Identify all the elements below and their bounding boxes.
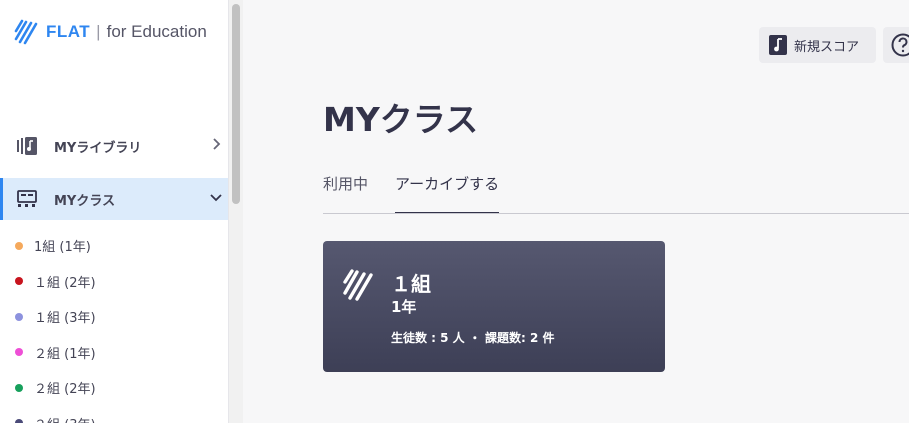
class-color-dot <box>15 348 23 357</box>
tab-archive[interactable]: アーカイブする <box>395 172 500 214</box>
class-list-item[interactable]: 1組 (1年) <box>0 228 228 264</box>
page-title: MYクラス <box>323 100 479 139</box>
class-card-name: １組 <box>391 272 431 296</box>
class-list-item[interactable]: ２組 (3年) <box>0 406 228 423</box>
new-score-label: 新規スコア <box>794 39 860 55</box>
class-list-item[interactable]: １組 (2年) <box>0 264 228 300</box>
logo-brand: FLAT <box>46 22 91 41</box>
class-list-item-label: １組 (2年) <box>34 275 96 291</box>
class-card-year: 1年 <box>391 298 417 316</box>
sidebar-item-library-label: MYライブラリ <box>54 140 142 156</box>
chevron-down-icon <box>210 194 222 202</box>
score-icon <box>769 35 787 55</box>
logo[interactable]: FLAT | for Education <box>14 19 207 45</box>
flat-logo-icon <box>14 19 38 45</box>
class-list-item-label: ２組 (3年) <box>34 414 96 423</box>
tab-active-classes[interactable]: 利用中 <box>323 172 368 214</box>
logo-suffix: for Education <box>106 22 207 41</box>
logo-separator: | <box>96 22 101 41</box>
class-card-stats: 生徒数 : 5 人 ・ 課題数: 2 件 <box>391 331 555 345</box>
sidebar-item-classes-label: MYクラス <box>54 193 116 209</box>
class-color-dot <box>15 383 23 392</box>
class-color-dot <box>15 241 23 250</box>
chevron-right-icon <box>213 138 221 150</box>
class-list-item-label: 1組 (1年) <box>34 240 91 256</box>
help-icon <box>891 33 909 57</box>
sidebar-scrollbar-thumb[interactable] <box>232 4 240 204</box>
sidebar-scrollbar[interactable] <box>229 0 243 423</box>
class-list-item[interactable]: ２組 (1年) <box>0 335 228 371</box>
class-list-item-label: ２組 (1年) <box>34 346 96 362</box>
class-list-item-label: １組 (3年) <box>34 311 96 327</box>
class-list: 1組 (1年) １組 (2年) １組 (3年) ２組 (1年) ２組 (2年) … <box>0 228 228 423</box>
tabs-divider <box>323 213 909 214</box>
class-color-dot <box>15 277 23 286</box>
class-list-item-label: ２組 (2年) <box>34 382 96 398</box>
class-list-item[interactable]: ２組 (2年) <box>0 370 228 406</box>
class-card[interactable]: １組 1年 生徒数 : 5 人 ・ 課題数: 2 件 <box>323 241 665 372</box>
help-button[interactable] <box>883 27 909 63</box>
class-icon <box>17 190 37 207</box>
main-content: 新規スコア MYクラス 利用中 アーカイブする １組 1年 生徒数 : 5 人 … <box>243 0 909 423</box>
sidebar: FLAT | for Education MYライブラリ MYクラス 1組 (1… <box>0 0 229 423</box>
flat-logo-icon <box>343 269 373 301</box>
class-color-dot <box>15 419 23 423</box>
sidebar-item-classes[interactable]: MYクラス <box>0 178 228 220</box>
tab-bar: 利用中 アーカイブする <box>323 172 500 214</box>
library-icon <box>17 137 37 155</box>
sidebar-item-library[interactable]: MYライブラリ <box>0 125 228 167</box>
new-score-button[interactable]: 新規スコア <box>759 27 876 63</box>
class-list-item[interactable]: １組 (3年) <box>0 299 228 335</box>
class-color-dot <box>15 312 23 321</box>
